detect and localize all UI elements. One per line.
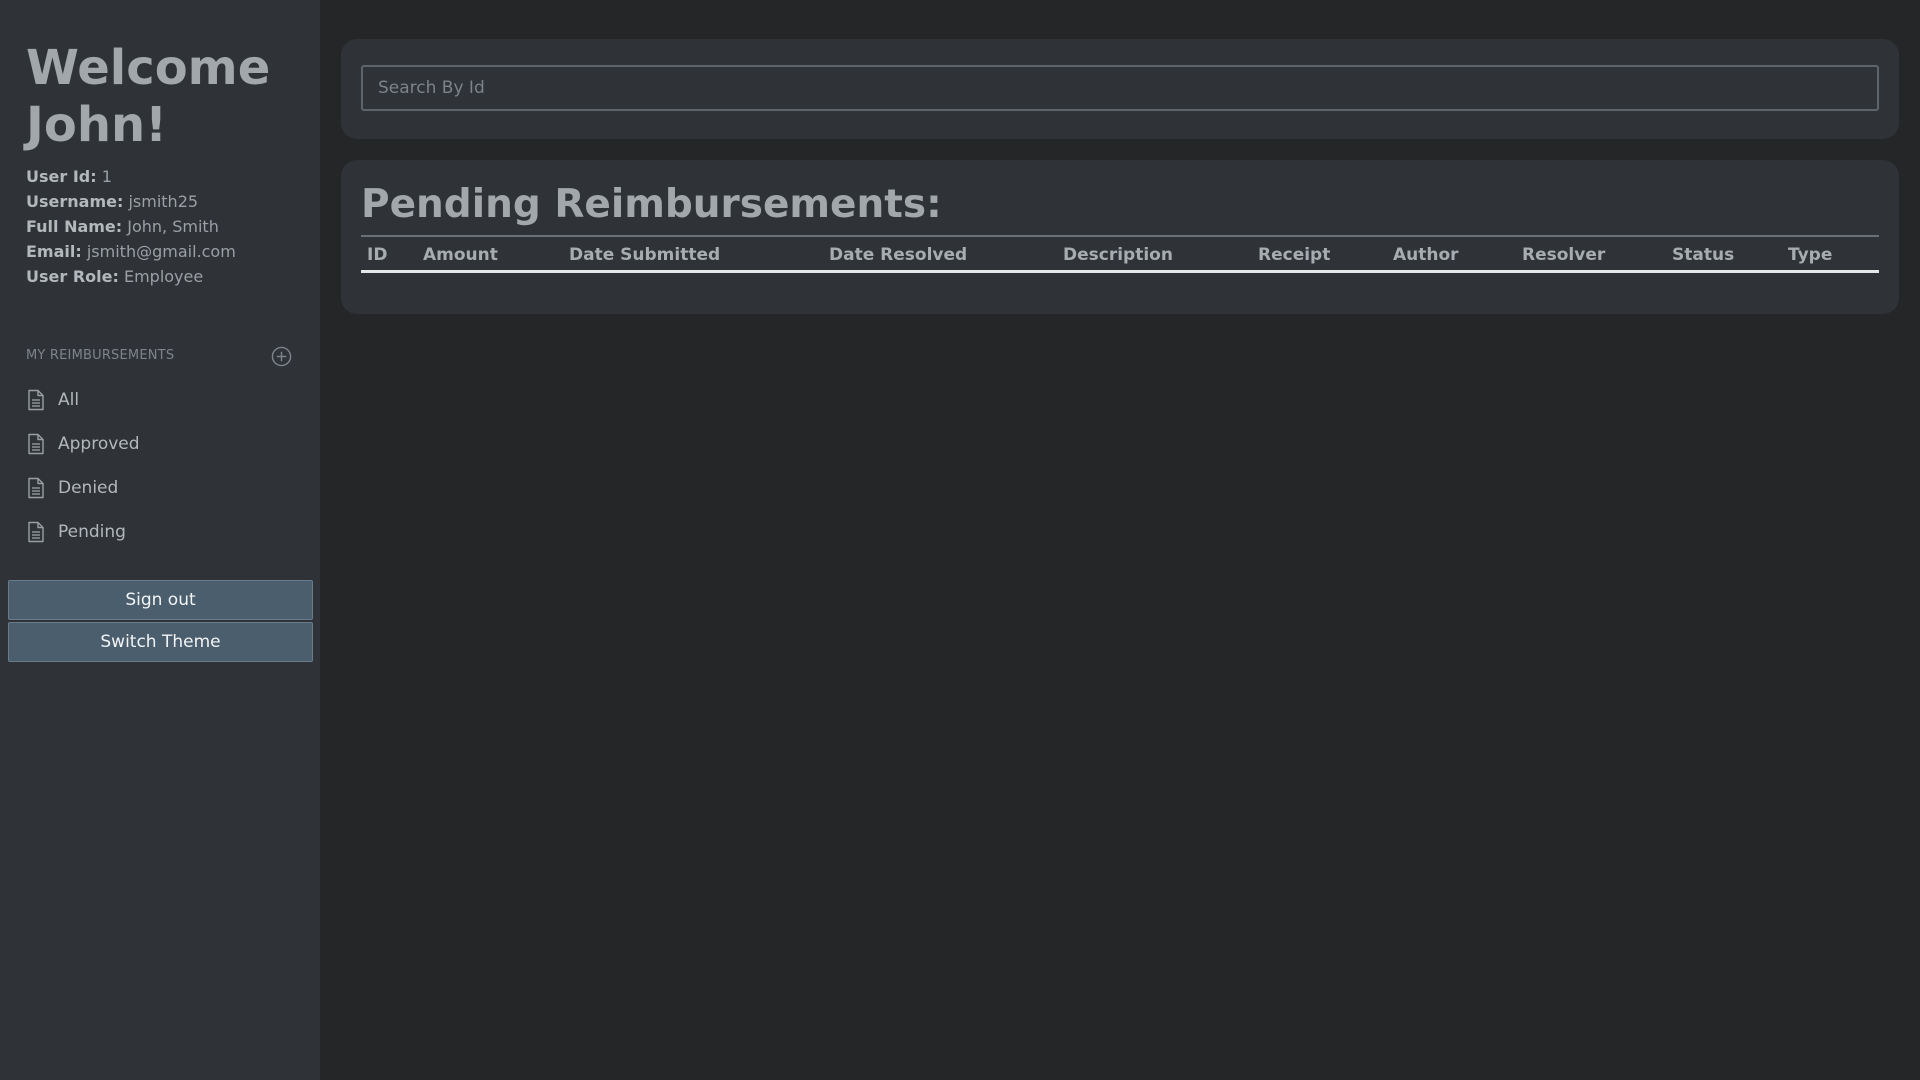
switch-theme-button[interactable]: Switch Theme (8, 622, 313, 662)
nav-label-pending: Pending (58, 522, 126, 542)
welcome-heading: Welcome John! (26, 40, 271, 153)
table-header: ID Amount Date Submitted Date Resolved D… (361, 235, 1879, 273)
user-id-label: User Id: (26, 167, 97, 186)
pending-reimbursements-panel: Pending Reimbursements: ID Amount Date S… (341, 160, 1899, 314)
reimbursement-nav: All Approved Denied Pending (26, 378, 296, 554)
nav-label-approved: Approved (58, 434, 140, 454)
user-info: User Id: 1 Username: jsmith25 Full Name:… (26, 164, 236, 289)
username-value: jsmith25 (128, 192, 199, 211)
section-title: MY REIMBURSEMENTS (26, 348, 175, 363)
nav-item-denied[interactable]: Denied (26, 466, 296, 510)
document-icon (28, 433, 44, 455)
column-header-resolver: Resolver (1522, 245, 1606, 265)
sidebar: Welcome John! User Id: 1 Username: jsmit… (0, 0, 320, 1080)
full-name-row: Full Name: John, Smith (26, 214, 236, 239)
document-icon (28, 477, 44, 499)
column-header-date-resolved: Date Resolved (829, 245, 968, 265)
user-id-row: User Id: 1 (26, 164, 236, 189)
email-label: Email: (26, 242, 82, 261)
column-header-type: Type (1788, 245, 1833, 265)
column-header-receipt: Receipt (1258, 245, 1331, 265)
user-role-row: User Role: Employee (26, 264, 236, 289)
column-header-description: Description (1063, 245, 1173, 265)
search-input[interactable] (361, 65, 1879, 111)
search-panel (341, 39, 1899, 139)
user-role-label: User Role: (26, 267, 119, 286)
column-header-status: Status (1672, 245, 1735, 265)
nav-item-pending[interactable]: Pending (26, 510, 296, 554)
column-header-amount: Amount (423, 245, 498, 265)
column-header-date-submitted: Date Submitted (569, 245, 721, 265)
table-title: Pending Reimbursements: (361, 182, 942, 227)
full-name-label: Full Name: (26, 217, 123, 236)
nav-label-denied: Denied (58, 478, 119, 498)
nav-label-all: All (58, 390, 80, 410)
sign-out-button[interactable]: Sign out (8, 580, 313, 620)
email-row: Email: jsmith@gmail.com (26, 239, 236, 264)
username-row: Username: jsmith25 (26, 189, 236, 214)
user-role-value: Employee (123, 267, 204, 286)
column-header-id: ID (367, 245, 388, 265)
user-id-value: 1 (101, 167, 112, 186)
document-icon (28, 521, 44, 543)
plus-circle-icon[interactable] (271, 346, 292, 367)
reimbursements-section-header: MY REIMBURSEMENTS (26, 346, 296, 367)
column-header-author: Author (1393, 245, 1459, 265)
nav-item-approved[interactable]: Approved (26, 422, 296, 466)
nav-item-all[interactable]: All (26, 378, 296, 422)
full-name-value: John, Smith (127, 217, 219, 236)
document-icon (28, 389, 44, 411)
username-label: Username: (26, 192, 124, 211)
email-value: jsmith@gmail.com (86, 242, 236, 261)
